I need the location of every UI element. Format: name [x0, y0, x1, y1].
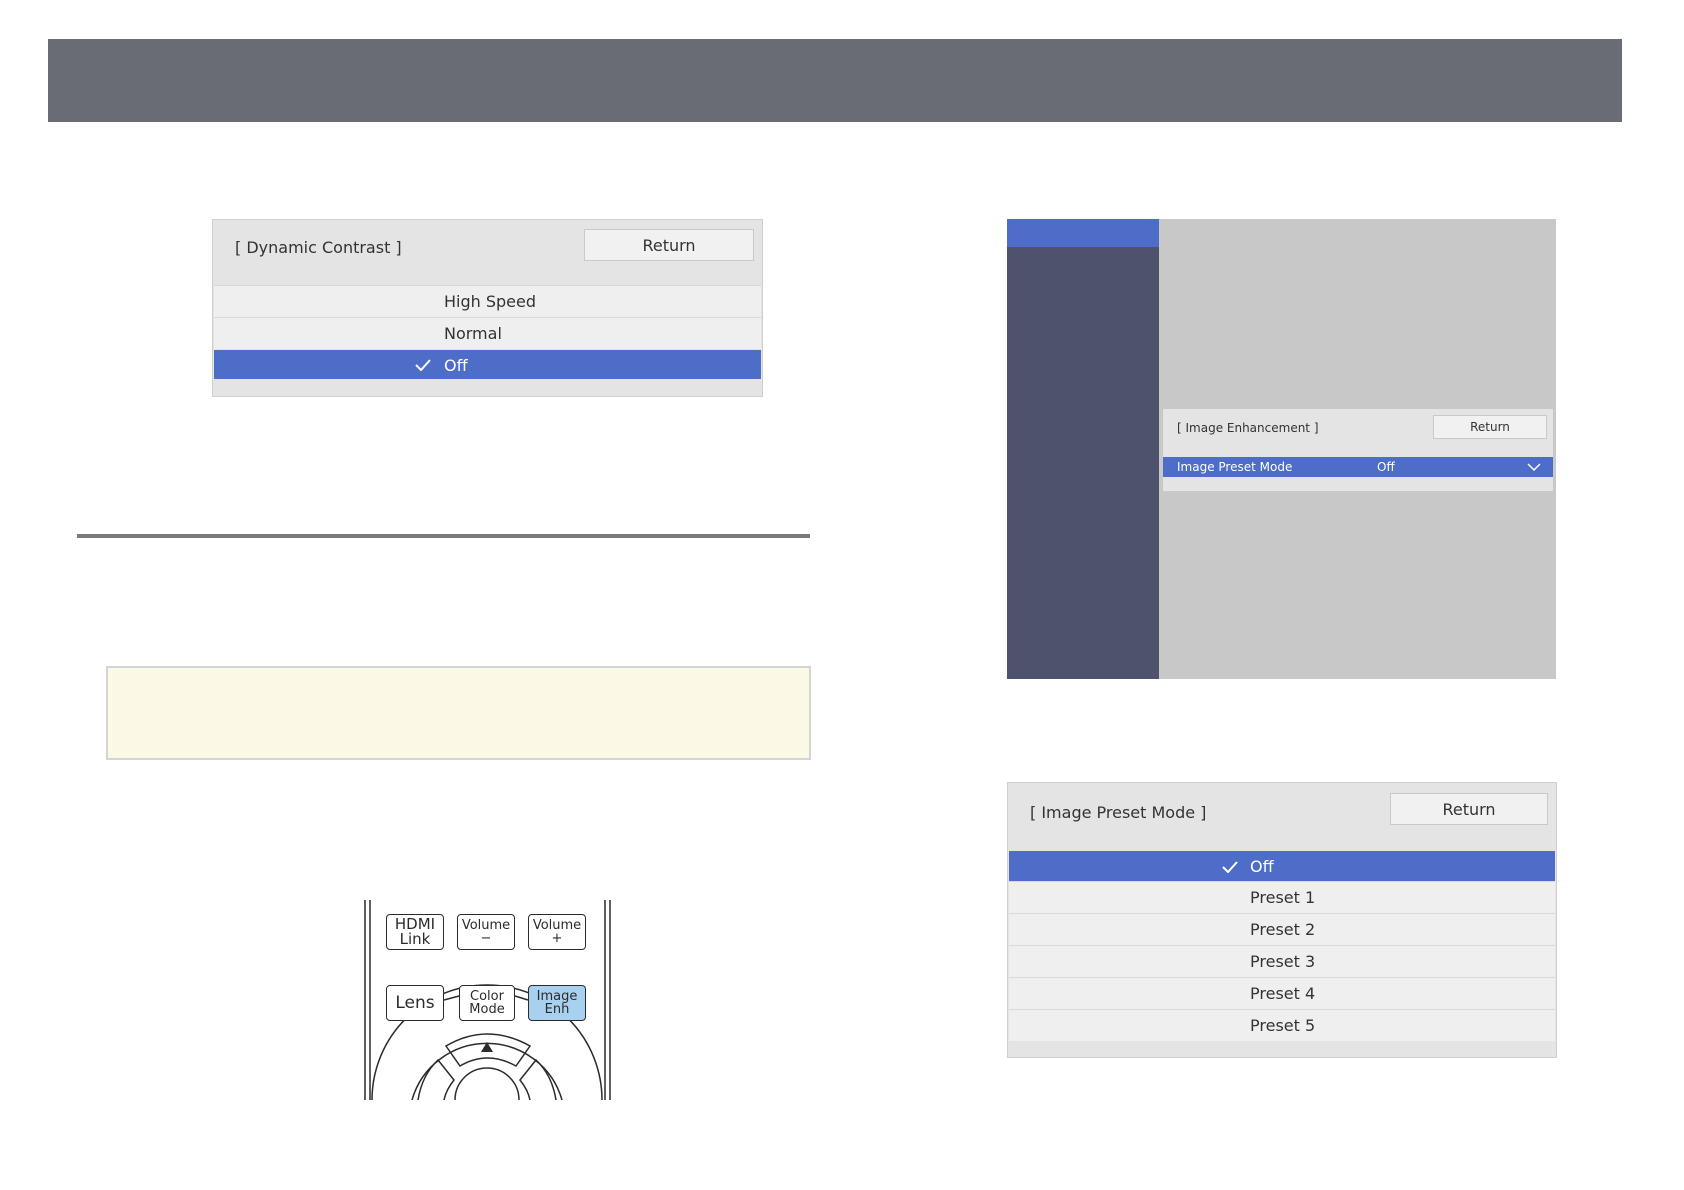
option-preset-2[interactable]: Preset 2 [1009, 913, 1555, 945]
option-label: Preset 2 [1250, 920, 1316, 939]
header-bar [48, 39, 1622, 122]
return-button[interactable]: Return [1433, 415, 1547, 439]
option-preset-3[interactable]: Preset 3 [1009, 945, 1555, 977]
dynamic-contrast-menu: [ Dynamic Contrast ] Return High Speed N… [212, 219, 763, 397]
image-preset-mode-menu: [ Image Preset Mode ] Return Off Preset … [1007, 782, 1557, 1058]
option-label: Off [444, 356, 468, 375]
option-label: Preset 1 [1250, 888, 1316, 907]
section-divider [77, 534, 810, 538]
projector-menu-screen: [ Image Enhancement ] Return Image Prese… [1007, 219, 1556, 679]
image-preset-mode-row[interactable]: Image Preset Mode Off [1163, 457, 1553, 477]
row-value: Off [1377, 460, 1395, 474]
option-label: Preset 3 [1250, 952, 1316, 971]
image-enhancement-panel: [ Image Enhancement ] Return Image Prese… [1163, 409, 1553, 491]
option-label: Preset 5 [1250, 1016, 1316, 1035]
volume-down-key[interactable]: Volume − [457, 914, 515, 950]
chevron-down-icon [1527, 463, 1541, 472]
option-label: Normal [444, 324, 502, 343]
option-label: Off [1250, 857, 1274, 876]
menu-sidebar [1007, 219, 1159, 679]
check-icon [1222, 861, 1238, 873]
row-label: Image Preset Mode [1177, 460, 1293, 474]
option-preset-1[interactable]: Preset 1 [1009, 881, 1555, 913]
option-preset-5[interactable]: Preset 5 [1009, 1009, 1555, 1041]
color-mode-key[interactable]: Color Mode [459, 985, 515, 1021]
option-preset-4[interactable]: Preset 4 [1009, 977, 1555, 1009]
option-off[interactable]: Off [1009, 851, 1555, 881]
menu-title: [ Dynamic Contrast ] [235, 238, 402, 257]
return-button[interactable]: Return [584, 229, 754, 261]
image-enh-key[interactable]: Image Enh [528, 985, 586, 1021]
option-label: Preset 4 [1250, 984, 1316, 1003]
check-icon [415, 359, 431, 371]
menu-sidebar-selected-item[interactable] [1007, 219, 1159, 247]
return-button[interactable]: Return [1390, 793, 1548, 825]
note-box [106, 666, 811, 760]
option-high-speed[interactable]: High Speed [214, 285, 761, 317]
option-label: High Speed [444, 292, 537, 311]
remote-control: HDMI Link Volume − Volume + Lens Color M… [360, 900, 615, 1100]
panel-title: [ Image Enhancement ] [1177, 421, 1319, 435]
hdmi-link-key[interactable]: HDMI Link [386, 914, 444, 950]
volume-up-key[interactable]: Volume + [528, 914, 586, 950]
option-normal[interactable]: Normal [214, 317, 761, 349]
option-off[interactable]: Off [214, 350, 761, 379]
lens-key[interactable]: Lens [386, 985, 444, 1021]
menu-title: [ Image Preset Mode ] [1030, 803, 1207, 822]
